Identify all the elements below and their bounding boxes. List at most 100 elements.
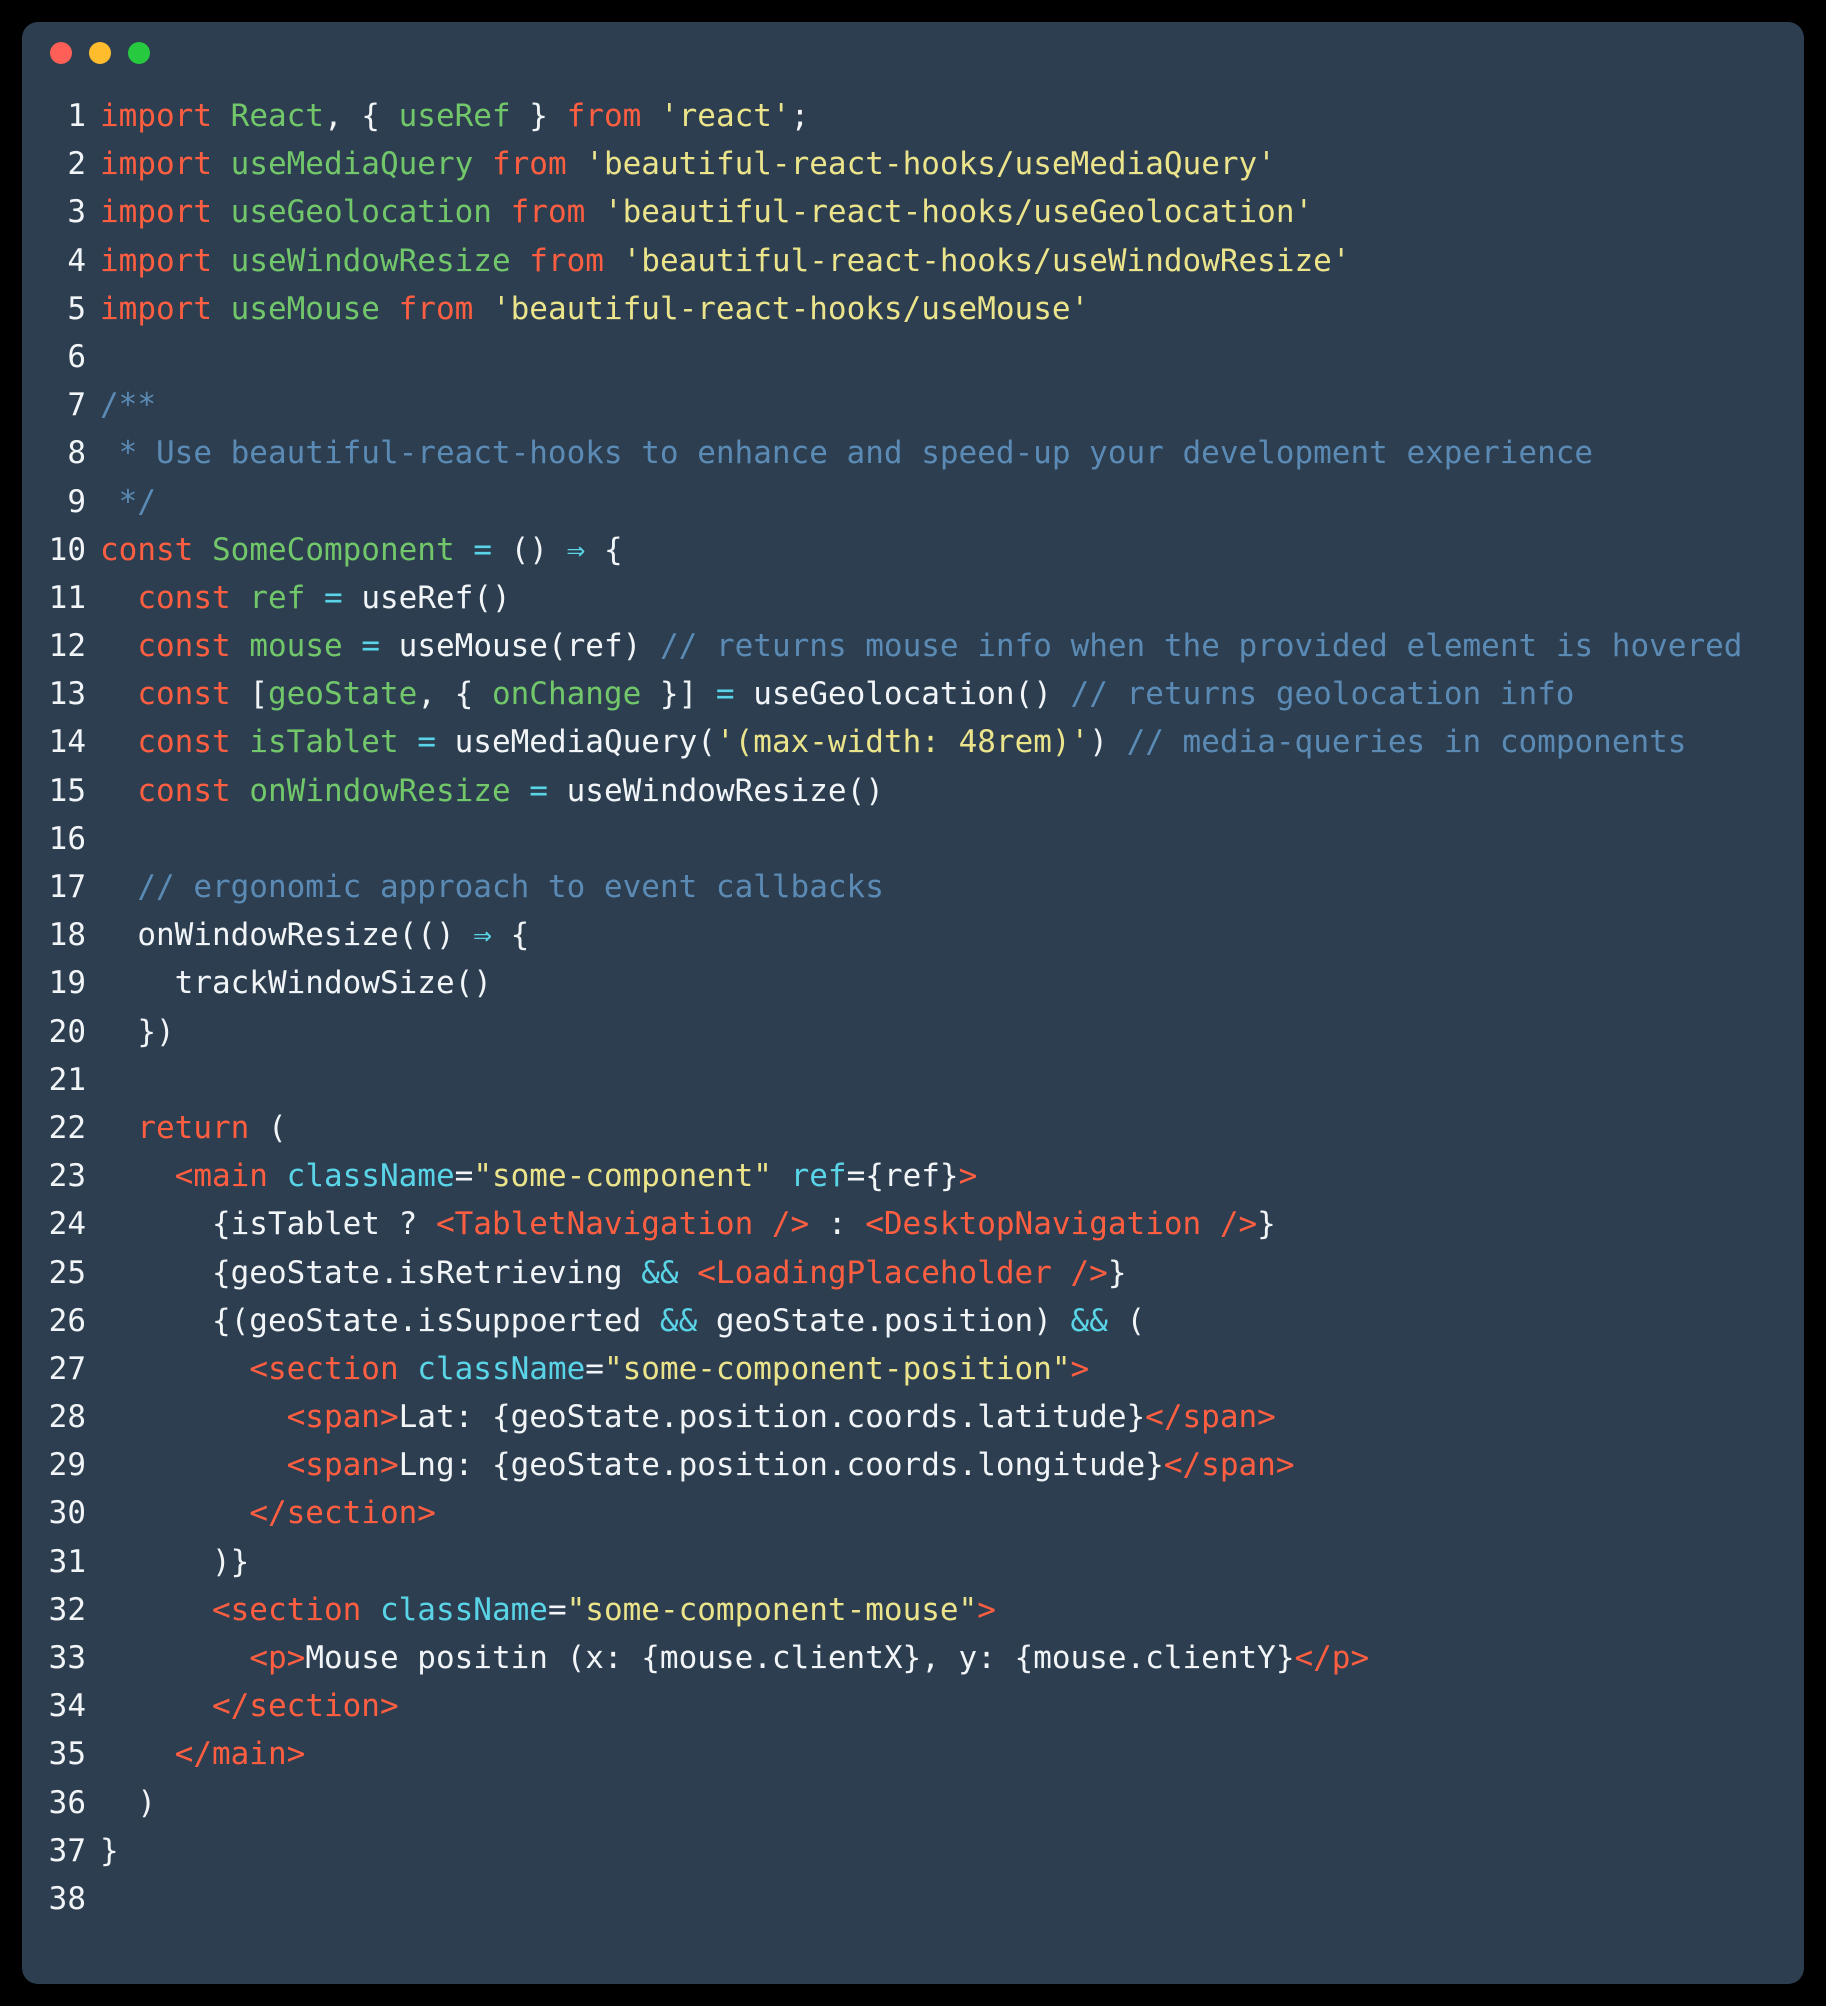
maximize-window-icon[interactable]	[128, 42, 150, 64]
code-line-content[interactable]: <section className="some-component-mouse…	[100, 1586, 1804, 1634]
code-line-content[interactable]: const mouse = useMouse(ref) // returns m…	[100, 622, 1804, 670]
code-line[interactable]: 23 <main className="some-component" ref=…	[22, 1152, 1804, 1200]
code-line-content[interactable]: const isTablet = useMediaQuery('(max-wid…	[100, 718, 1804, 766]
code-line[interactable]: 34 </section>	[22, 1682, 1804, 1730]
code-line[interactable]: 4 import useWindowResize from 'beautiful-…	[22, 237, 1804, 285]
token-plain: )	[100, 1784, 156, 1821]
code-line-content[interactable]: <section className="some-component-posit…	[100, 1345, 1804, 1393]
line-number: 29	[48, 1447, 86, 1484]
code-line-content[interactable]: const ref = useRef()	[100, 574, 1804, 622]
token-fn: useWindowResize	[230, 242, 511, 279]
line-number: 24	[48, 1206, 86, 1243]
code-line-content[interactable]: )}	[100, 1538, 1804, 1586]
code-line-content[interactable]: onWindowResize(() ⇒ {	[100, 911, 1804, 959]
code-line[interactable]: 12 const mouse = useMouse(ref) // return…	[22, 622, 1804, 670]
line-number: 2	[67, 146, 86, 183]
token-plain: )	[1089, 724, 1127, 761]
code-line[interactable]: 18 onWindowResize(() ⇒ {	[22, 911, 1804, 959]
code-line[interactable]: 29 <span>Lng: {geoState.position.coords.…	[22, 1441, 1804, 1489]
code-line[interactable]: 14 const isTablet = useMediaQuery('(max-…	[22, 718, 1804, 766]
code-line[interactable]: 16	[22, 815, 1804, 863]
close-window-icon[interactable]	[50, 42, 72, 64]
code-line-content[interactable]: <span>Lat: {geoState.position.coords.lat…	[100, 1393, 1804, 1441]
token-kw: import	[100, 146, 212, 183]
code-line[interactable]: 22 return (	[22, 1104, 1804, 1152]
code-line-content[interactable]: }	[100, 1827, 1804, 1875]
code-line[interactable]: 30 </section>	[22, 1489, 1804, 1537]
code-line[interactable]: 36 )	[22, 1779, 1804, 1827]
code-line[interactable]: 32 <section className="some-component-mo…	[22, 1586, 1804, 1634]
code-line[interactable]: 8 * Use beautiful-react-hooks to enhance…	[22, 429, 1804, 477]
token-op: =	[473, 531, 492, 568]
code-line-content[interactable]: <p>Mouse positin (x: {mouse.clientX}, y:…	[100, 1634, 1804, 1682]
code-line[interactable]: 9 */	[22, 478, 1804, 526]
code-line-content[interactable]: <main className="some-component" ref={re…	[100, 1152, 1804, 1200]
code-line[interactable]: 19 trackWindowSize()	[22, 959, 1804, 1007]
token-fn: useRef	[398, 98, 511, 134]
code-line-content[interactable]: import React, { useRef } from 'react';	[100, 92, 1804, 140]
token-fn: onWindowResize	[249, 772, 511, 809]
code-line-content[interactable]: const SomeComponent = () ⇒ {	[100, 526, 1804, 574]
code-line[interactable]: 7 /**	[22, 381, 1804, 429]
code-line-content[interactable]: </main>	[100, 1730, 1804, 1778]
code-line-content[interactable]: </section>	[100, 1682, 1804, 1730]
code-line[interactable]: 11 const ref = useRef()	[22, 574, 1804, 622]
code-line-content[interactable]: import useMouse from 'beautiful-react-ho…	[100, 285, 1804, 333]
code-line-content[interactable]: })	[100, 1008, 1804, 1056]
code-line-content[interactable]: </section>	[100, 1489, 1804, 1537]
code-line[interactable]: 5 import useMouse from 'beautiful-react-h…	[22, 285, 1804, 333]
code-line[interactable]: 10 const SomeComponent = () ⇒ {	[22, 526, 1804, 574]
code-line-content[interactable]: <span>Lng: {geoState.position.coords.lon…	[100, 1441, 1804, 1489]
code-line[interactable]: 37}	[22, 1827, 1804, 1875]
code-line-content[interactable]: return (	[100, 1104, 1804, 1152]
token-op: =	[529, 772, 548, 809]
code-line-content[interactable]: import useWindowResize from 'beautiful-r…	[100, 237, 1804, 285]
code-line-content[interactable]: const onWindowResize = useWindowResize()	[100, 767, 1804, 815]
code-line-content[interactable]: {(geoState.isSuppoerted && geoState.posi…	[100, 1297, 1804, 1345]
code-line-content[interactable]: */	[100, 478, 1804, 526]
line-number: 26	[48, 1302, 86, 1339]
code-line[interactable]: 17 // ergonomic approach to event callba…	[22, 863, 1804, 911]
code-line-content[interactable]: trackWindowSize()	[100, 959, 1804, 1007]
code-line[interactable]: 24 {isTablet ? <TabletNavigation /> : <D…	[22, 1200, 1804, 1248]
code-line-content[interactable]: import useMediaQuery from 'beautiful-rea…	[100, 140, 1804, 188]
code-line[interactable]: 1 import React, { useRef } from 'react';	[22, 92, 1804, 140]
code-line[interactable]: 20 })	[22, 1008, 1804, 1056]
code-line[interactable]: 31 )}	[22, 1538, 1804, 1586]
code-line[interactable]: 21	[22, 1056, 1804, 1104]
code-line[interactable]: 2 import useMediaQuery from 'beautiful-re…	[22, 140, 1804, 188]
code-line-content[interactable]: import useGeolocation from 'beautiful-re…	[100, 188, 1804, 236]
token-tag: <TabletNavigation />	[435, 1206, 810, 1243]
code-line[interactable]: 6	[22, 333, 1804, 381]
code-line-content[interactable]: )	[100, 1779, 1804, 1827]
token-plain: Lat: {geoState.position.coords.latitude}	[398, 1399, 1146, 1436]
code-line-content[interactable]: {geoState.isRetrieving && <LoadingPlaceh…	[100, 1249, 1804, 1297]
code-line-content[interactable]: /**	[100, 381, 1804, 429]
code-line[interactable]: 15 const onWindowResize = useWindowResiz…	[22, 767, 1804, 815]
code-line[interactable]: 38	[22, 1875, 1804, 1923]
code-line-content[interactable]: * Use beautiful-react-hooks to enhance a…	[100, 429, 1804, 477]
code-line[interactable]: 27 <section className="some-component-po…	[22, 1345, 1804, 1393]
token-tag: </p>	[1294, 1640, 1370, 1676]
code-editor[interactable]: 1 import React, { useRef } from 'react'; 2…	[22, 84, 1804, 1923]
token-fn: geoState	[267, 676, 418, 713]
code-line[interactable]: 3 import useGeolocation from 'beautiful-r…	[22, 188, 1804, 236]
code-line-content[interactable]: const [geoState, { onChange }] = useGeol…	[100, 670, 1804, 718]
token-kw: import	[100, 242, 212, 279]
minimize-window-icon[interactable]	[89, 42, 111, 64]
code-line-content[interactable]: {isTablet ? <TabletNavigation /> : <Desk…	[100, 1200, 1804, 1248]
code-line[interactable]: 28 <span>Lat: {geoState.position.coords.…	[22, 1393, 1804, 1441]
window-titlebar[interactable]	[22, 22, 1804, 84]
code-line[interactable]: 35 </main>	[22, 1730, 1804, 1778]
code-line[interactable]: 13 const [geoState, { onChange }] = useG…	[22, 670, 1804, 718]
code-line[interactable]: 25 {geoState.isRetrieving && <LoadingPla…	[22, 1249, 1804, 1297]
code-line[interactable]: 33 <p>Mouse positin (x: {mouse.clientX},…	[22, 1634, 1804, 1682]
code-line[interactable]: 26 {(geoState.isSuppoerted && geoState.p…	[22, 1297, 1804, 1345]
code-line-content[interactable]: // ergonomic approach to event callbacks	[100, 863, 1804, 911]
